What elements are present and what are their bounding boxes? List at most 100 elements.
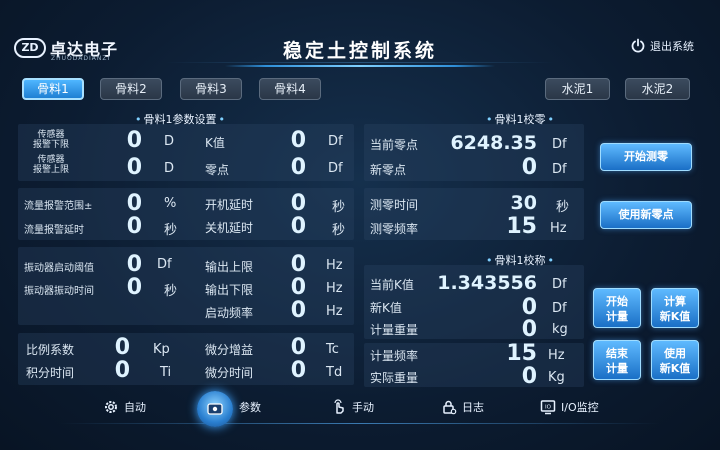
tab-cement-1[interactable]: 水泥1 <box>545 78 610 100</box>
actual-weight-value[interactable]: 0 <box>490 364 537 389</box>
zero-time-unit: 秒 <box>556 200 570 215</box>
k-value-unit: Df <box>328 134 343 149</box>
page-title: 稳定土控制系统 <box>282 40 437 62</box>
title-area: 稳定土控制系统 <box>165 36 555 70</box>
alarm-lower-label: 传感器 报警下限 <box>32 130 69 150</box>
nav-io-label: I/O监控 <box>561 401 599 414</box>
tab-aggregate-4[interactable]: 骨料4 <box>259 78 321 100</box>
current-k-value: 1.343556 <box>437 272 537 294</box>
tc-label: 微分增益 <box>205 343 254 357</box>
logo: ZD 卓达电子 ZHUODADIANZI <box>14 34 124 66</box>
zero-value[interactable]: 0 <box>262 155 306 180</box>
vibrator-start-unit: Df <box>157 257 172 272</box>
zero-time-value[interactable]: 30 <box>490 192 537 214</box>
output-upper-unit: Hz <box>326 258 343 273</box>
title-underline <box>225 65 495 67</box>
new-k-unit: Df <box>552 301 567 316</box>
weight-value[interactable]: 0 <box>490 317 537 342</box>
new-zero-value: 0 <box>521 155 537 180</box>
output-lower-unit: Hz <box>326 281 343 296</box>
vibrator-time-unit: 秒 <box>164 284 178 299</box>
weight-label: 计量重量 <box>370 323 419 337</box>
weigh-frequency-value[interactable]: 15 <box>490 341 537 366</box>
nav-auto-label: 自动 <box>124 401 146 414</box>
stop-delay-value[interactable]: 0 <box>262 214 306 239</box>
flow-range-value[interactable]: 0 <box>100 191 142 216</box>
flow-range-unit: % <box>164 196 177 211</box>
end-weigh-button[interactable]: 结束 计量 <box>593 340 641 380</box>
zero-frequency-label: 测零频率 <box>370 222 419 236</box>
use-new-zero-button[interactable]: 使用新零点 <box>600 201 692 229</box>
output-upper-value[interactable]: 0 <box>262 252 306 277</box>
kp-label: 比例系数 <box>26 343 75 357</box>
zero-time-label: 测零时间 <box>370 198 419 212</box>
new-zero-label: 新零点 <box>370 163 407 177</box>
settings-panel-icon <box>207 403 223 415</box>
nav-log-label: 日志 <box>462 401 484 414</box>
weigh-frequency-label: 计量频率 <box>370 349 419 363</box>
nav-manual[interactable]: 手动 <box>331 398 374 416</box>
tab-cement-2[interactable]: 水泥2 <box>625 78 690 100</box>
alarm-upper-unit: D <box>164 161 175 176</box>
output-lower-value[interactable]: 0 <box>262 275 306 300</box>
new-zero-unit: Df <box>552 162 567 177</box>
alarm-lower-unit: D <box>164 134 175 149</box>
flow-delay-unit: 秒 <box>164 223 178 238</box>
svg-text:IO: IO <box>545 405 552 411</box>
start-delay-value[interactable]: 0 <box>262 191 306 216</box>
vibrator-start-value[interactable]: 0 <box>100 252 142 277</box>
gear-icon <box>105 401 117 413</box>
current-zero-value: 6248.35 <box>450 132 537 154</box>
flow-range-label: 流量报警范围± <box>24 201 93 212</box>
vibrator-time-value[interactable]: 0 <box>100 275 142 300</box>
alarm-upper-value[interactable]: 0 <box>100 155 142 180</box>
vibrator-start-label: 振动器启动阈值 <box>24 263 94 274</box>
kp-unit: Kp <box>153 342 170 357</box>
start-frequency-value[interactable]: 0 <box>262 298 306 323</box>
actual-weight-unit: Kg <box>548 370 565 385</box>
tc-value[interactable]: 0 <box>262 335 306 360</box>
logo-subtext: ZHUODADIANZI <box>51 55 111 62</box>
ti-value[interactable]: 0 <box>88 358 130 383</box>
stop-delay-label: 关机延时 <box>205 221 254 235</box>
output-lower-label: 输出下限 <box>205 283 254 297</box>
app-screen: ZD 卓达电子 ZHUODADIANZI 稳定土控制系统 退出系统 骨料1 骨料… <box>0 0 720 450</box>
tab-aggregate-2[interactable]: 骨料2 <box>100 78 162 100</box>
current-k-unit: Df <box>552 277 567 292</box>
alarm-lower-value[interactable]: 0 <box>100 128 142 153</box>
nav-params[interactable]: 参数 <box>239 398 261 416</box>
output-upper-label: 输出上限 <box>205 260 254 274</box>
new-k-label: 新K值 <box>370 301 402 315</box>
current-k-label: 当前K值 <box>370 278 414 292</box>
vibrator-time-label: 振动器振动时间 <box>24 286 94 297</box>
kp-value[interactable]: 0 <box>88 335 130 360</box>
nav-auto[interactable]: 自动 <box>103 398 146 416</box>
k-value[interactable]: 0 <box>262 128 306 153</box>
nav-manual-label: 手动 <box>352 401 374 414</box>
calculate-k-button[interactable]: 计算 新K值 <box>651 288 699 328</box>
nav-log[interactable]: 日志 <box>441 398 484 416</box>
start-zero-button[interactable]: 开始测零 <box>600 143 692 171</box>
flow-delay-label: 流量报警延时 <box>24 225 84 236</box>
start-delay-unit: 秒 <box>332 200 346 215</box>
tab-aggregate-1[interactable]: 骨料1 <box>22 78 84 100</box>
zero-frequency-unit: Hz <box>550 221 567 236</box>
td-value[interactable]: 0 <box>262 358 306 383</box>
zero-unit: Df <box>328 161 343 176</box>
td-unit: Td <box>326 365 343 380</box>
zero-frequency-value[interactable]: 15 <box>490 214 537 239</box>
current-zero-label: 当前零点 <box>370 138 419 152</box>
use-new-k-button[interactable]: 使用 新K值 <box>651 340 699 380</box>
current-zero-unit: Df <box>552 137 567 152</box>
start-weigh-button[interactable]: 开始 计量 <box>593 288 641 328</box>
nav-io-monitor[interactable]: IO I/O监控 <box>540 398 599 416</box>
nav-params-label: 参数 <box>239 401 261 414</box>
flow-delay-value[interactable]: 0 <box>100 214 142 239</box>
tab-aggregate-3[interactable]: 骨料3 <box>180 78 242 100</box>
weight-unit: kg <box>552 322 568 337</box>
logo-mark: ZD <box>14 38 46 58</box>
weigh-frequency-unit: Hz <box>548 348 565 363</box>
nav-params-active-indicator[interactable] <box>197 391 233 427</box>
tc-unit: Tc <box>326 342 339 357</box>
exit-button[interactable]: 退出系统 <box>630 36 694 56</box>
